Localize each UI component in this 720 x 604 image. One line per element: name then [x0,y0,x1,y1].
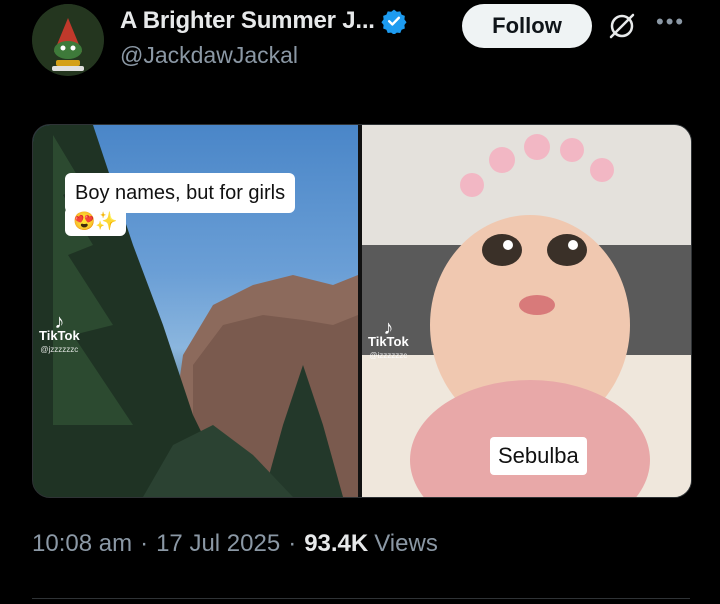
tiktok-watermark-right: ♪ TikTok @izzzzzzc [368,317,409,363]
divider [32,598,690,599]
grok-icon[interactable] [606,10,638,42]
tiktok-logo-icon: ♪ [383,317,394,339]
tiktok-user: @izzzzzzc [369,351,408,360]
gnome-avatar-icon [32,4,104,76]
tiktok-user: @jzzzzzzc [40,345,79,354]
display-name[interactable]: A Brighter Summer J... [120,7,375,35]
tiktok-brand: TikTok [368,334,409,349]
name-label: Sebulba [490,437,587,475]
views-label[interactable]: Views [374,530,438,558]
media-image-left[interactable]: Boy names, but for girls 😍✨ ♪ TikTok @jz… [33,125,358,497]
tiktok-logo-icon: ♪ [54,311,65,333]
tweet-time[interactable]: 10:08 am [32,530,132,558]
caption-emoji: 😍✨ [65,207,126,236]
avatar[interactable] [32,4,104,76]
verified-badge-icon[interactable] [381,8,407,34]
tweet-meta: 10:08 am · 17 Jul 2025 · 93.4K Views [32,530,438,558]
follow-button[interactable]: Follow [462,4,592,48]
media-container[interactable]: Boy names, but for girls 😍✨ ♪ TikTok @jz… [32,124,692,498]
name-row: A Brighter Summer J... [120,4,407,38]
separator-dot: · [288,530,297,557]
separator-dot: · [140,530,149,557]
handle[interactable]: @JackdawJackal [120,42,407,69]
tiktok-brand: TikTok [39,328,80,343]
tiktok-watermark-left: ♪ TikTok @jzzzzzzc [39,311,80,357]
more-options-icon[interactable]: ••• [656,11,690,33]
tweet-header: A Brighter Summer J... @JackdawJackal [120,4,407,69]
media-image-right[interactable]: ♪ TikTok @izzzzzzc Sebulba [362,125,691,497]
views-count[interactable]: 93.4K [304,530,368,558]
tweet-date[interactable]: 17 Jul 2025 [156,530,280,558]
